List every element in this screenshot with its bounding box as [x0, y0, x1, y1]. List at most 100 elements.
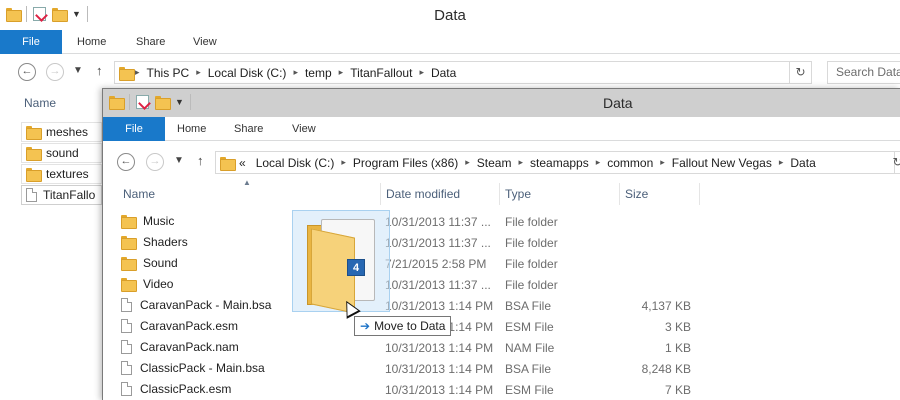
refresh-button[interactable]: ↻ — [790, 61, 812, 84]
drag-tooltip: ➔ Move to Data — [354, 316, 452, 336]
breadcrumb-item[interactable]: Data — [426, 66, 461, 80]
tab-share[interactable]: Share — [136, 30, 165, 54]
file-name: Music — [143, 214, 175, 228]
breadcrumb-item[interactable]: Local Disk (C:) — [203, 66, 292, 80]
item-label: meshes — [46, 125, 89, 139]
recent-locations-icon[interactable]: ▼ — [73, 65, 83, 76]
drag-preview: 4 — [292, 210, 390, 314]
chevron-right-icon[interactable]: ▸ — [658, 157, 667, 168]
tab-view[interactable]: View — [193, 30, 217, 54]
table-row[interactable]: ClassicPack - Main.bsa 10/31/2013 1:14 PM… — [121, 358, 701, 379]
folder-icon — [220, 156, 236, 171]
refresh-button[interactable]: ↻ — [887, 151, 900, 174]
table-row[interactable]: CaravanPack - Main.bsa 10/31/2013 1:14 PM… — [121, 295, 701, 316]
back-button[interactable]: ← — [18, 63, 36, 81]
file-name: CaravanPack.nam — [140, 340, 239, 354]
tab-file[interactable]: File — [0, 30, 62, 54]
breadcrumb-item[interactable]: Program Files (x86) — [348, 156, 463, 170]
folder-icon — [121, 215, 137, 229]
file-name-cell: Shaders — [121, 235, 188, 250]
tooltip-text: Move to Data — [374, 319, 446, 333]
up-button[interactable]: ↑ — [96, 63, 103, 78]
breadcrumb-item[interactable]: Local Disk (C:) — [251, 156, 340, 170]
date-modified-cell: 10/31/2013 1:14 PM — [385, 362, 494, 376]
tab-home[interactable]: Home — [77, 30, 106, 54]
table-row[interactable]: Sound 7/21/2015 2:58 PM File folder — [121, 253, 701, 274]
folder-icon[interactable] — [109, 96, 125, 110]
list-item[interactable]: textures — [21, 164, 102, 184]
table-row[interactable]: ClassicPack.esm 10/31/2013 1:14 PM ESM Fil… — [121, 379, 701, 400]
recent-locations-icon[interactable]: ▼ — [174, 155, 184, 166]
type-cell: BSA File — [505, 362, 552, 376]
breadcrumb[interactable]: « Local Disk (C:) ▸ Program Files (x86) … — [215, 151, 895, 174]
breadcrumb-item[interactable]: Data — [785, 156, 820, 170]
chevron-right-icon[interactable]: ▸ — [339, 157, 348, 168]
file-name: Video — [143, 277, 174, 291]
customize-toolbar-arrow-icon[interactable]: ▼ — [175, 97, 184, 107]
file-name: ClassicPack - Main.bsa — [140, 361, 265, 375]
chevron-right-icon[interactable]: ▸ — [594, 157, 603, 168]
chevron-right-icon[interactable]: ▸ — [777, 157, 786, 168]
folder-icon — [26, 147, 42, 161]
chevron-right-icon[interactable]: ▸ — [337, 67, 346, 78]
breadcrumb-item[interactable]: Steam — [472, 156, 517, 170]
breadcrumb-item[interactable]: This PC — [142, 66, 195, 80]
title-bar: ▼ Data — [103, 89, 900, 117]
column-header-date-modified[interactable]: Date modified — [380, 183, 500, 205]
search-input[interactable]: Search Data — [827, 61, 900, 84]
table-row[interactable]: CaravanPack.nam 10/31/2013 1:14 PM NAM Fil… — [121, 337, 701, 358]
address-bar-row: ← → ▼ ↑ « Local Disk (C:) ▸ Program File… — [103, 145, 900, 179]
file-icon — [121, 361, 132, 375]
front-explorer-window: ▼ Data File Home Share View ← → ▼ ↑ « Lo… — [102, 88, 900, 400]
column-header-type[interactable]: Type — [500, 183, 620, 205]
up-button[interactable]: ↑ — [197, 153, 204, 168]
tab-home[interactable]: Home — [177, 117, 206, 141]
table-row[interactable]: Video 10/31/2013 11:37 ... File folder — [121, 274, 701, 295]
file-name: Sound — [143, 256, 178, 270]
separator — [129, 94, 130, 110]
size-cell: 7 KB — [664, 383, 691, 397]
breadcrumb-item[interactable]: common — [602, 156, 658, 170]
type-cell: BSA File — [505, 299, 552, 313]
list-item[interactable]: TitanFallo — [21, 185, 102, 205]
type-cell: File folder — [505, 257, 558, 271]
window-title: Data — [603, 95, 633, 111]
tab-file[interactable]: File — [103, 117, 165, 141]
type-cell: File folder — [505, 236, 558, 250]
breadcrumb-item[interactable]: Fallout New Vegas — [667, 156, 777, 170]
back-button[interactable]: ← — [117, 153, 135, 171]
column-header-name[interactable]: Name — [118, 183, 378, 205]
breadcrumb-item[interactable]: TitanFallout — [345, 66, 417, 80]
new-folder-icon[interactable] — [155, 96, 171, 110]
ribbon-tabs: File Home Share View — [103, 117, 900, 141]
folder-icon — [121, 278, 137, 292]
properties-icon[interactable] — [136, 95, 149, 109]
table-row[interactable]: Shaders 10/31/2013 11:37 ... File folder — [121, 232, 701, 253]
breadcrumb-overflow[interactable]: « — [234, 156, 251, 170]
name-column-header[interactable]: Name — [24, 96, 56, 110]
chevron-right-icon[interactable]: ▸ — [194, 67, 203, 78]
size-cell: 1 KB — [664, 341, 691, 355]
list-item[interactable]: sound — [21, 143, 102, 163]
breadcrumb[interactable]: ▸ This PC ▸ Local Disk (C:) ▸ temp ▸ Tit… — [114, 61, 790, 84]
date-modified-cell: 10/31/2013 11:37 ... — [385, 215, 491, 229]
tab-share[interactable]: Share — [234, 117, 263, 141]
chevron-right-icon[interactable]: ▸ — [417, 67, 426, 78]
forward-button[interactable]: → — [46, 63, 64, 81]
file-name-cell: CaravanPack - Main.bsa — [121, 298, 271, 312]
address-bar-row: ← → ▼ ↑ ▸ This PC ▸ Local Disk (C:) ▸ te… — [0, 55, 900, 89]
chevron-right-icon[interactable]: ▸ — [291, 67, 300, 78]
chevron-right-icon[interactable]: ▸ — [463, 157, 472, 168]
chevron-right-icon[interactable]: ▸ — [516, 157, 525, 168]
breadcrumb-item[interactable]: steamapps — [525, 156, 594, 170]
item-label: textures — [46, 167, 89, 181]
column-header-size[interactable]: Size — [620, 183, 700, 205]
breadcrumb-item[interactable]: temp — [300, 66, 337, 80]
size-cell: 8,248 KB — [641, 362, 691, 376]
table-row[interactable]: Music 10/31/2013 11:37 ... File folder — [121, 211, 701, 232]
forward-button[interactable]: → — [146, 153, 164, 171]
file-icon — [121, 340, 132, 354]
title-bar: ▼ Data — [0, 0, 900, 30]
list-item[interactable]: meshes — [21, 122, 102, 142]
tab-view[interactable]: View — [292, 117, 316, 141]
